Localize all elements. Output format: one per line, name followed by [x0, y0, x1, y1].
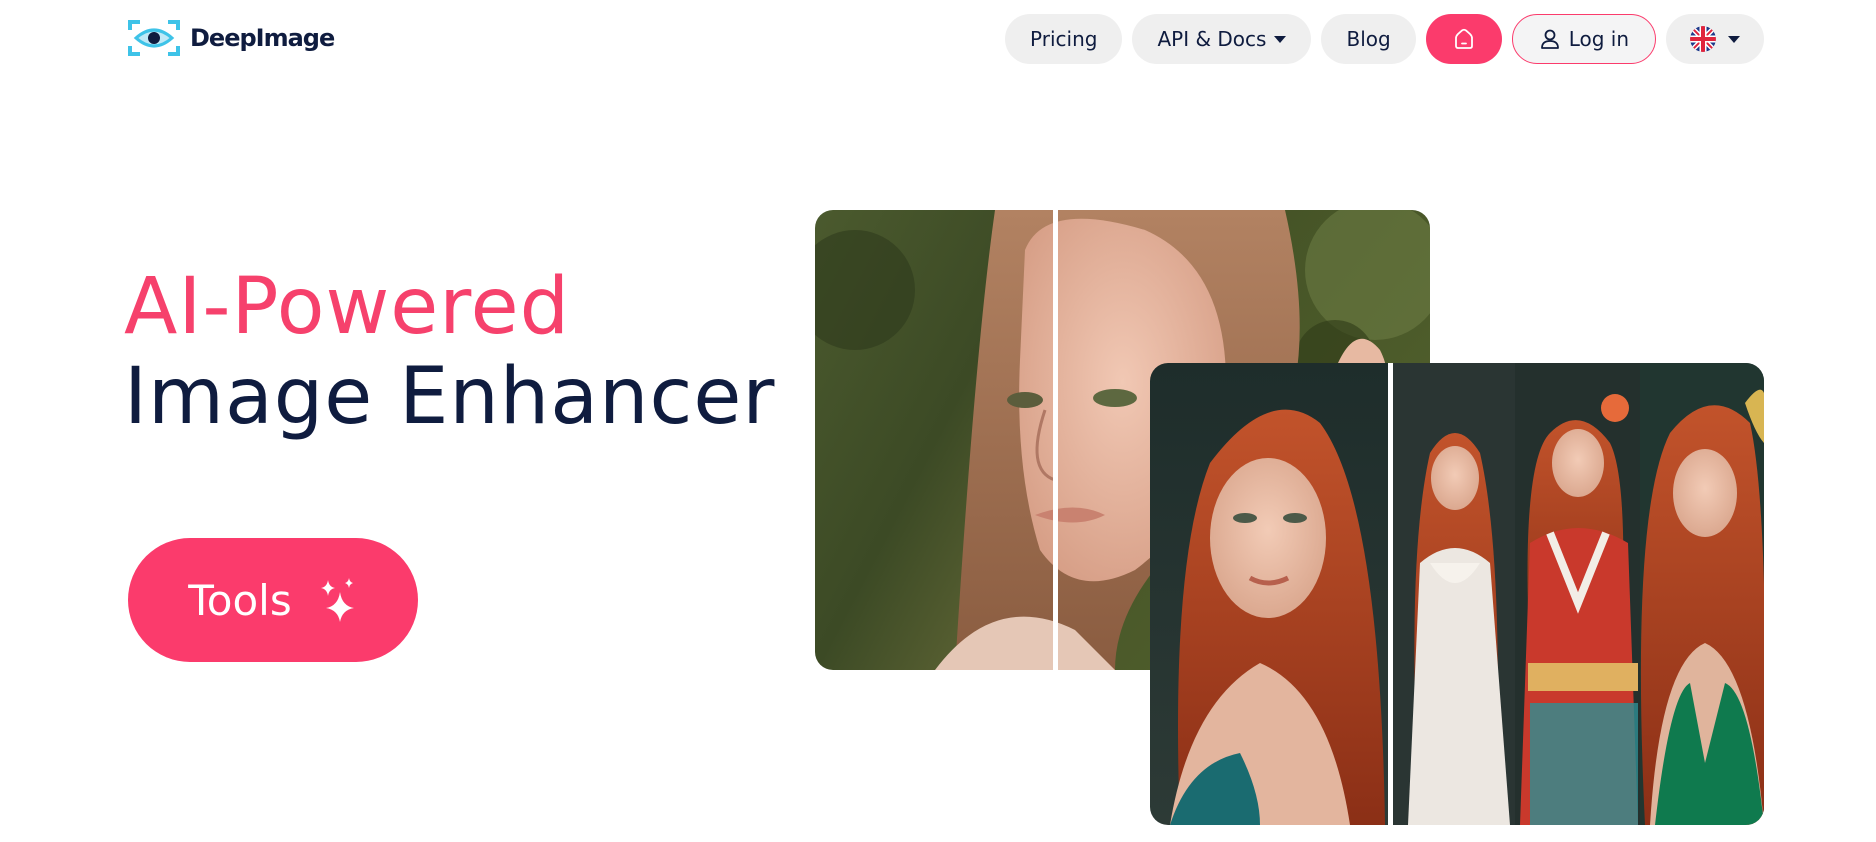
chevron-down-icon — [1274, 35, 1287, 43]
page: DeepImage Pricing API & Docs Blog Log in — [0, 0, 1876, 842]
tools-label: Tools — [188, 575, 292, 625]
logo-text: DeepImage — [190, 24, 335, 52]
login-button[interactable]: Log in — [1511, 14, 1656, 64]
chevron-down-icon — [1728, 35, 1740, 43]
style-variations-image — [1150, 363, 1764, 825]
hero-title: AI-Powered Image Enhancer — [124, 262, 775, 442]
blog-label: Blog — [1346, 27, 1391, 51]
language-selector[interactable] — [1666, 14, 1764, 64]
blog-link[interactable]: Blog — [1321, 14, 1416, 64]
hero-title-line2: Image Enhancer — [124, 352, 776, 442]
user-icon — [1540, 29, 1559, 49]
logo[interactable]: DeepImage — [128, 20, 335, 56]
uk-flag-icon — [1690, 26, 1716, 52]
api-docs-dropdown[interactable]: API & Docs — [1132, 14, 1312, 64]
login-label: Log in — [1568, 27, 1629, 51]
home-button[interactable] — [1425, 14, 1502, 64]
sparkle-icon — [320, 578, 354, 622]
pricing-link[interactable]: Pricing — [1005, 14, 1123, 64]
top-nav: Pricing API & Docs Blog Log in — [1005, 14, 1764, 64]
tools-button[interactable]: Tools — [128, 538, 418, 662]
pricing-label: Pricing — [1030, 27, 1098, 51]
hero-title-line1: AI-Powered — [124, 262, 571, 352]
logo-eye-icon — [128, 20, 180, 56]
home-icon — [1454, 28, 1473, 49]
api-docs-label: API & Docs — [1157, 27, 1267, 51]
